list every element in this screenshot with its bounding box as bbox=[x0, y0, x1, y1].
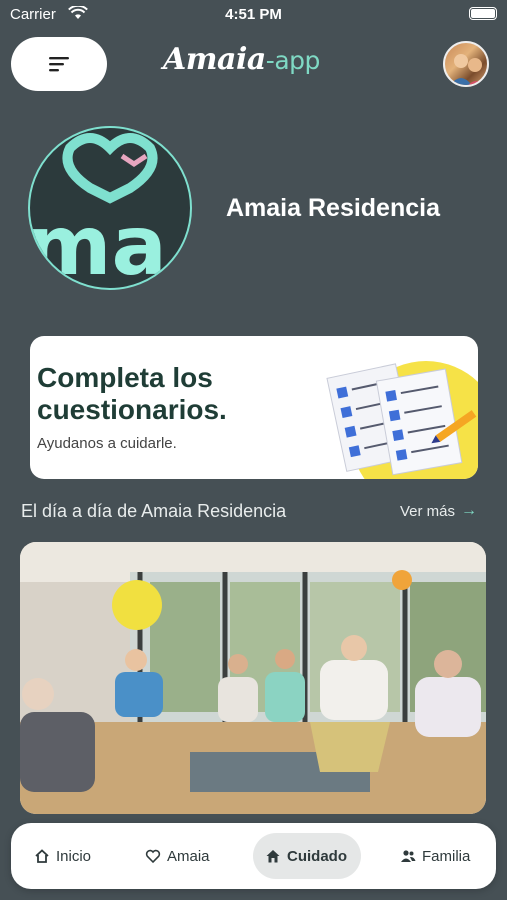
tab-familia-label: Familia bbox=[422, 847, 471, 865]
battery-icon bbox=[469, 7, 497, 20]
residence-logo-text: ma bbox=[30, 199, 167, 288]
home-outline-icon bbox=[35, 849, 49, 863]
people-icon bbox=[401, 850, 416, 862]
tab-cuidado-label: Cuidado bbox=[287, 847, 347, 865]
logo-suffix: -app bbox=[265, 46, 321, 75]
see-more-label: Ver más bbox=[400, 502, 456, 520]
status-bar: Carrier 4:51 PM bbox=[0, 0, 507, 30]
residence-logo: ma bbox=[28, 126, 192, 290]
residence-name: Amaia Residencia bbox=[226, 194, 440, 222]
questionnaire-banner[interactable]: Completa los cuestionarios. Ayudanos a c… bbox=[30, 336, 478, 479]
tab-amaia-label: Amaia bbox=[167, 847, 210, 865]
arrow-right-icon: → bbox=[461, 502, 478, 519]
see-more-link[interactable]: Ver más → bbox=[400, 502, 477, 520]
checklist-icon bbox=[326, 363, 477, 476]
daily-section-title: El día a día de Amaia Residencia bbox=[21, 501, 287, 521]
menu-button[interactable] bbox=[11, 37, 107, 91]
logo-main: Amaia bbox=[163, 42, 266, 77]
user-avatar-icon[interactable] bbox=[443, 41, 489, 87]
residence-activity-photo[interactable] bbox=[20, 542, 486, 814]
home-filled-icon bbox=[266, 850, 280, 863]
tab-inicio[interactable]: Inicio bbox=[22, 833, 103, 879]
app-logo: Amaia-app bbox=[163, 42, 320, 77]
sort-lines-icon bbox=[49, 57, 69, 72]
bottom-tab-bar: Inicio Amaia Cuidado Familia bbox=[11, 823, 496, 889]
clock: 4:51 PM bbox=[225, 6, 282, 23]
tab-familia[interactable]: Familia bbox=[388, 833, 482, 879]
banner-title: Completa los cuestionarios. bbox=[37, 362, 227, 425]
heart-icon bbox=[145, 849, 161, 864]
banner-subtitle: Ayudanos a cuidarle. bbox=[37, 435, 177, 452]
tab-inicio-label: Inicio bbox=[56, 847, 92, 865]
tab-amaia[interactable]: Amaia bbox=[133, 833, 222, 879]
tab-cuidado[interactable]: Cuidado bbox=[253, 833, 361, 879]
